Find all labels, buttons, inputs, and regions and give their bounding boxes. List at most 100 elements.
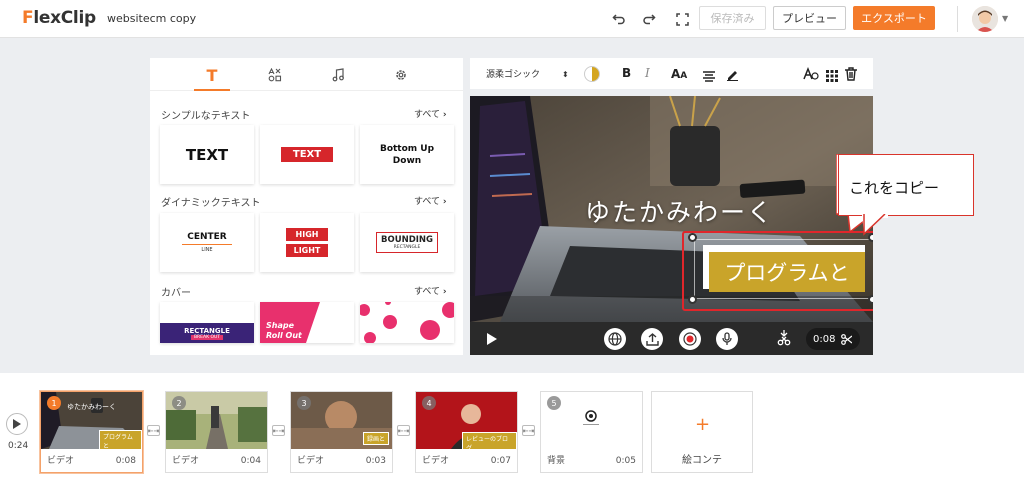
highlight-pen-icon[interactable]	[726, 66, 739, 85]
play-icon[interactable]	[486, 331, 498, 350]
time-pill[interactable]: 0:08	[806, 328, 860, 350]
clip-type: ビデオ	[47, 456, 75, 466]
project-name[interactable]: websitecm copy	[107, 12, 196, 25]
clip-1[interactable]: ゆたかみわーく プログラムと 1 ビデオ 0:08	[40, 391, 143, 473]
globe-icon[interactable]	[604, 328, 626, 350]
resize-handle[interactable]	[688, 233, 697, 242]
template-rectangle-breakout[interactable]: RECTANGLE BREAK OUT	[160, 302, 254, 343]
template-bounding-rectangle[interactable]: BOUNDING RECTANGLE	[360, 213, 454, 272]
see-all-simple[interactable]: すべて ›	[414, 107, 447, 120]
split-icon[interactable]	[777, 330, 791, 350]
shape-decoration	[306, 302, 354, 343]
dots-decoration	[360, 302, 454, 343]
elements-tab-icon[interactable]	[261, 64, 289, 86]
clip-2[interactable]: 2 ビデオ 0:04	[165, 391, 268, 473]
transition-icon[interactable]: ⇤⇥	[272, 425, 285, 436]
card-label: BOUNDING	[380, 235, 434, 245]
flexclip-logo[interactable]: FlexClip	[22, 8, 96, 28]
plus-icon: +	[695, 414, 711, 435]
callout-pointer	[862, 214, 886, 236]
trash-icon[interactable]	[845, 66, 857, 85]
preview-button[interactable]: プレビュー	[773, 6, 846, 30]
callout-box: これをコピー	[838, 154, 974, 216]
template-text-plain[interactable]: TEXT	[160, 125, 254, 184]
upload-icon[interactable]	[641, 328, 663, 350]
card-sublabel: BREAK OUT	[190, 334, 224, 340]
clip-duration: 0:05	[615, 456, 636, 466]
template-text-red[interactable]: TEXT	[260, 125, 354, 184]
video-canvas[interactable]: ゆたかみわーく プログラムと	[470, 96, 873, 322]
clip-duration: 0:03	[365, 456, 386, 466]
overlay-title-text[interactable]: ゆたかみわーく	[585, 193, 774, 229]
clip-duration: 0:04	[240, 456, 261, 466]
add-storyboard-button[interactable]: + 絵コンテ	[651, 391, 753, 473]
timeline-play-button[interactable]	[6, 413, 28, 435]
card-label: HIGH	[285, 228, 329, 241]
section-title-cover: カバー	[161, 288, 191, 299]
clip-duration: 0:07	[490, 456, 511, 466]
resize-handle[interactable]	[868, 295, 873, 304]
transition-icon[interactable]: ⇤⇥	[397, 425, 410, 436]
text-tab-icon[interactable]: T	[198, 64, 226, 86]
resize-handle[interactable]	[688, 295, 697, 304]
export-button[interactable]: エクスポート	[853, 6, 935, 30]
bold-icon[interactable]: B	[622, 66, 631, 80]
clip-3[interactable]: 録画と 3 ビデオ 0:03	[290, 391, 393, 473]
grid-icon[interactable]	[826, 67, 838, 86]
template-bottom-up-down[interactable]: Bottom Up Down	[360, 125, 454, 184]
bounding-frame: BOUNDING RECTANGLE	[375, 232, 439, 253]
chevron-down-icon[interactable]: ▼	[1002, 14, 1008, 23]
scissors-icon[interactable]	[841, 333, 853, 345]
redo-icon[interactable]	[638, 8, 660, 30]
card-label: Shape	[266, 321, 295, 330]
clip-4[interactable]: レビューのブログ 4 ビデオ 0:07	[415, 391, 518, 473]
see-all-dynamic[interactable]: すべて ›	[414, 194, 447, 207]
card-label: TEXT	[185, 145, 229, 164]
fullscreen-icon[interactable]	[671, 8, 693, 30]
clip-type: ビデオ	[422, 456, 450, 466]
card-label: TEXT	[280, 147, 334, 162]
font-select[interactable]: 源柔ゴシック ⬍	[486, 67, 569, 80]
current-time: 0:08	[813, 333, 836, 345]
clip-type: 背景	[547, 456, 566, 466]
card-label: Roll Out	[266, 331, 302, 340]
font-size-icon[interactable]: AA	[671, 67, 687, 81]
settings-tab-icon[interactable]	[387, 64, 415, 86]
transition-icon[interactable]: ⇤⇥	[147, 425, 160, 436]
microphone-icon[interactable]	[716, 328, 738, 350]
clip-badge: プログラムと	[99, 430, 142, 449]
record-icon[interactable]	[679, 328, 701, 350]
total-duration: 0:24	[8, 441, 29, 451]
undo-icon[interactable]	[608, 8, 630, 30]
cover-band: RECTANGLE BREAK OUT	[160, 323, 254, 343]
clip-type: ビデオ	[297, 456, 325, 466]
template-shape-rollout[interactable]: Shape Roll Out	[260, 302, 354, 343]
clip-title: ゆたかみわーく	[67, 403, 116, 411]
align-icon[interactable]	[703, 67, 715, 86]
timeline: 0:24 ゆたかみわーく プログラムと 1 ビデオ 0:08 ⇤⇥ 2 ビデオ …	[0, 373, 1024, 483]
clip-number: 4	[422, 396, 436, 410]
saved-button[interactable]: 保存済み	[699, 6, 766, 30]
text-color-picker[interactable]	[584, 66, 600, 82]
playback-bar: 0:08	[470, 322, 873, 355]
template-center-line[interactable]: CENTER LINE	[160, 213, 254, 272]
clip-5[interactable]: 5 背景 0:05	[540, 391, 643, 473]
avatar[interactable]	[972, 6, 998, 32]
text-panel: T シンプルなテキスト すべて › TEXT TEXT Bottom Up Do…	[150, 58, 463, 355]
divider	[957, 6, 958, 32]
italic-icon[interactable]: I	[645, 66, 650, 80]
clip-type: ビデオ	[172, 456, 200, 466]
transition-icon[interactable]: ⇤⇥	[522, 425, 535, 436]
clip-number: 3	[297, 396, 311, 410]
template-dots-cover[interactable]	[360, 302, 454, 343]
panel-tabs: T	[150, 58, 463, 91]
see-all-cover[interactable]: すべて ›	[414, 284, 447, 297]
music-tab-icon[interactable]	[324, 64, 352, 86]
overlay-box-text[interactable]: プログラムと	[709, 252, 865, 292]
selection-frame: プログラムと	[694, 239, 873, 299]
clip-number: 2	[172, 396, 186, 410]
template-high-light[interactable]: HIGH LIGHT	[260, 213, 354, 272]
card-label: RECTANGLE	[184, 326, 230, 335]
text-effect-icon[interactable]	[803, 66, 819, 85]
card-sublabel: LINE	[201, 247, 213, 253]
